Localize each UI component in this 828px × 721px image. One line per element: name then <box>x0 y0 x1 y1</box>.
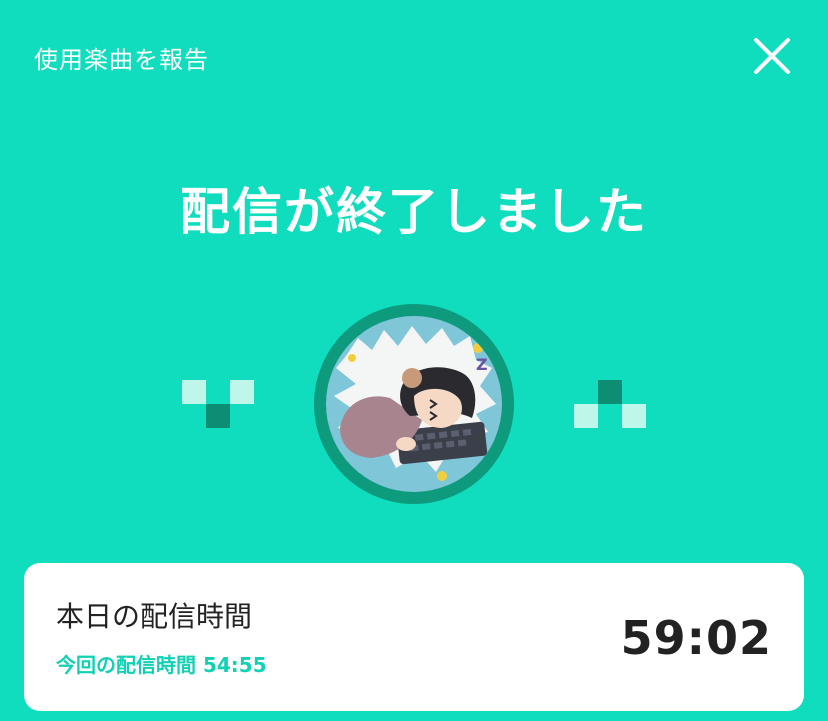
this-stream-time-value: 54:55 <box>202 653 267 677</box>
pixel-square <box>598 380 622 404</box>
close-icon <box>754 38 790 74</box>
report-music-link[interactable]: 使用楽曲を報告 <box>34 40 209 75</box>
pixel-square <box>206 404 230 428</box>
today-stream-time-value: 59:02 <box>620 611 772 665</box>
today-stream-time-label: 本日の配信時間 <box>56 600 253 633</box>
stream-time-card: 本日の配信時間 今回の配信時間 54:55 59:02 <box>24 563 804 711</box>
pixel-square <box>230 380 254 404</box>
sleeping-girl-avatar: Z <box>326 316 502 492</box>
this-stream-time-label: 今回の配信時間 <box>56 653 196 677</box>
svg-text:Z: Z <box>476 355 488 374</box>
avatar: Z <box>326 316 502 492</box>
pixel-square <box>622 404 646 428</box>
stream-ended-title: 配信が終了しました <box>180 183 648 241</box>
pixel-square <box>574 404 598 428</box>
this-stream-time: 今回の配信時間 54:55 <box>56 649 267 678</box>
close-button[interactable] <box>752 36 792 76</box>
pixel-square <box>182 380 206 404</box>
